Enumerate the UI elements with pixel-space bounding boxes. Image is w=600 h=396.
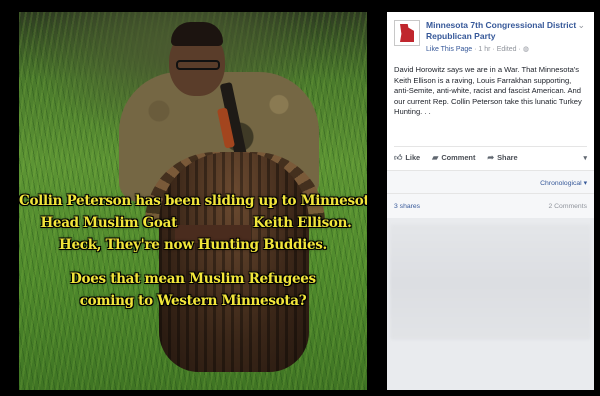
chevron-down-icon[interactable]: ▾: [583, 154, 587, 162]
chevron-down-icon[interactable]: ⌄: [577, 20, 585, 31]
comment-label: Comment: [441, 153, 476, 162]
shares-count[interactable]: 3 shares: [394, 203, 420, 210]
engagement-counts: 3 shares 2 Comments: [387, 192, 594, 218]
like-button[interactable]: 👍︎ Like: [394, 153, 420, 163]
thumbs-up-icon: 👍︎: [394, 152, 403, 162]
chevron-down-icon: ▾: [583, 179, 587, 187]
page-name-link[interactable]: Minnesota 7th Congressional District Rep…: [426, 20, 578, 42]
sort-label: Chronological: [540, 179, 582, 187]
post-header: Minnesota 7th Congressional District Rep…: [394, 20, 587, 53]
caption-line: Head Muslim Goat Keith Ellison.: [19, 212, 367, 234]
image-caption: Collin Peterson has been sliding up to M…: [19, 190, 367, 312]
page-avatar[interactable]: [394, 20, 420, 46]
caption-line: Does that mean Muslim Refugees: [70, 271, 316, 287]
share-label: Share: [497, 153, 518, 162]
share-button[interactable]: ➦ Share: [487, 153, 517, 162]
post-text: David Horowitz says we are in a War. Tha…: [394, 65, 582, 116]
glasses: [176, 60, 220, 70]
like-label: Like: [405, 153, 421, 162]
comment-button[interactable]: ▰ Comment: [432, 153, 475, 162]
caption-fragment: Keith Ellison.: [253, 215, 352, 231]
comment-sort[interactable]: Chronological ▾: [387, 169, 594, 193]
post-time[interactable]: 1 hr: [478, 46, 490, 53]
like-page-link[interactable]: Like This Page: [426, 46, 472, 53]
globe-icon: ◍: [522, 46, 529, 53]
post-main: Minnesota 7th Congressional District Rep…: [387, 12, 594, 170]
caption-fragment: Head Muslim Goat: [40, 215, 178, 231]
post-actions: 👍︎ Like ▰ Comment ➦ Share ▾: [394, 145, 587, 170]
facebook-post-card: Minnesota 7th Congressional District Rep…: [387, 12, 594, 390]
caption-line: coming to Western Minnesota?: [79, 293, 307, 309]
hunter-hair: [171, 22, 223, 46]
edited-label[interactable]: Edited: [497, 46, 517, 53]
comments-count[interactable]: 2 Comments: [548, 203, 587, 210]
minnesota-logo-icon: [400, 24, 414, 42]
post-image[interactable]: Collin Peterson has been sliding up to M…: [19, 12, 367, 390]
caption-line: Heck, They're now Hunting Buddies.: [59, 237, 327, 253]
comment-icon: ▰: [432, 153, 439, 162]
blurred-comments-area: [390, 223, 591, 340]
caption-line: Collin Peterson has been sliding up to M…: [19, 193, 367, 209]
share-arrow-icon: ➦: [487, 153, 495, 162]
post-meta: Like This Page · 1 hr · Edited · ◍: [426, 45, 578, 53]
post-header-text: Minnesota 7th Congressional District Rep…: [426, 20, 578, 53]
